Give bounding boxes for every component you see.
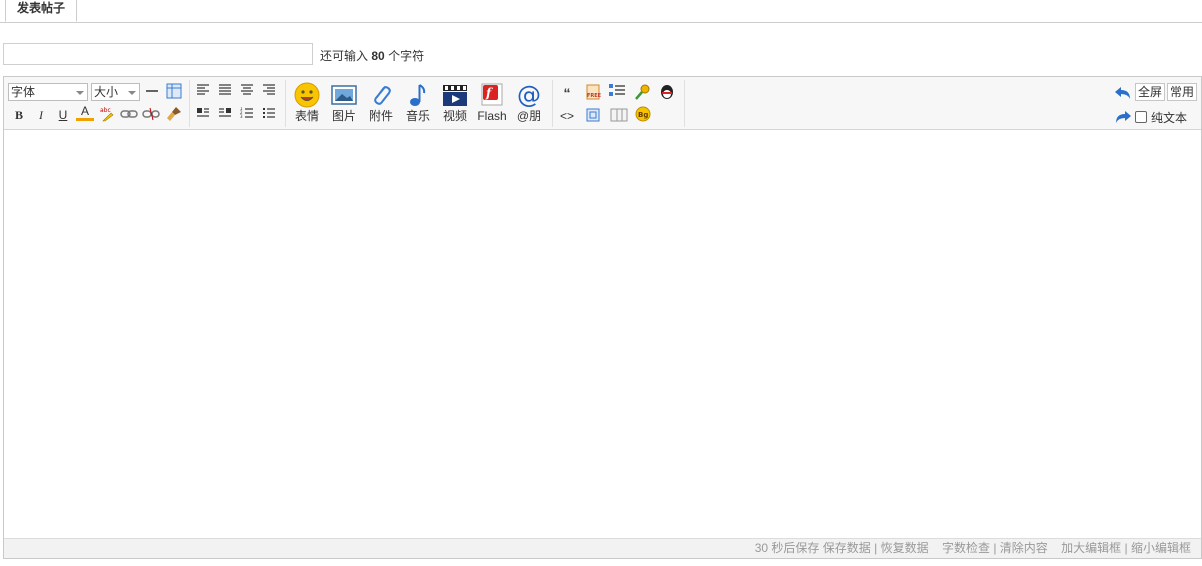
svg-text:abc: abc	[100, 107, 111, 114]
char-count-hint: 还可输入 80 个字符	[320, 47, 424, 64]
at-icon: @	[517, 82, 541, 108]
insert-video-button[interactable]: 视频	[437, 82, 473, 123]
font-size-select[interactable]: 大小	[91, 83, 140, 101]
enlarge-editor-link[interactable]: 加大编辑框	[1061, 541, 1121, 555]
insert-music-button[interactable]: 音乐	[400, 82, 436, 123]
toolbar-separator	[684, 80, 685, 127]
char-hint-prefix: 还可输入	[320, 49, 369, 63]
plain-text-label: 纯文本	[1151, 111, 1188, 125]
password-key-icon[interactable]	[633, 83, 651, 100]
video-icon	[443, 85, 467, 106]
italic-icon[interactable]: I	[32, 107, 50, 123]
align-justify-icon[interactable]	[216, 84, 234, 100]
indent-icon[interactable]	[608, 83, 626, 99]
tab-post-thread[interactable]: 发表帖子	[5, 0, 77, 22]
flash-icon: f	[481, 83, 503, 106]
table-icon[interactable]	[165, 83, 183, 99]
thread-title-input[interactable]	[3, 43, 313, 65]
word-count-link[interactable]: 字数检查	[942, 541, 990, 555]
insert-music-label: 音乐	[405, 109, 430, 123]
insert-attachment-button[interactable]: 附件	[363, 82, 399, 123]
chevron-down-icon	[76, 91, 84, 95]
align-center-icon[interactable]	[238, 84, 256, 100]
font-color-icon[interactable]: A	[76, 105, 94, 121]
char-hint-count: 80	[371, 49, 385, 63]
image-icon	[331, 85, 357, 105]
smiley-icon	[294, 82, 320, 108]
mention-friend-button[interactable]: @ @朋	[511, 82, 547, 123]
fullscreen-button[interactable]: 全屏	[1135, 83, 1166, 101]
link-icon[interactable]	[120, 107, 138, 123]
toolbar-separator	[189, 80, 190, 127]
svg-text:FREE: FREE	[587, 93, 602, 99]
background-icon[interactable]: Bg	[634, 106, 652, 122]
insert-image-button[interactable]: 图片	[326, 82, 362, 123]
common-button[interactable]: 常用	[1167, 83, 1198, 101]
redo-icon[interactable]	[1114, 108, 1132, 124]
plain-text-checkbox[interactable]	[1135, 111, 1147, 123]
toolbar-separator	[285, 80, 286, 127]
insert-emoji-button[interactable]: 表情	[289, 82, 325, 123]
undo-icon[interactable]	[1114, 84, 1132, 100]
save-data-link[interactable]: 保存数据	[823, 541, 871, 555]
restore-data-link[interactable]: 恢复数据	[881, 541, 929, 555]
bold-icon[interactable]: B	[10, 107, 28, 123]
music-icon	[410, 84, 426, 106]
chevron-down-icon	[128, 91, 136, 95]
svg-text:3: 3	[240, 114, 243, 119]
highlight-icon[interactable]: abc	[98, 106, 116, 122]
unlink-icon[interactable]	[142, 107, 160, 123]
insert-video-label: 视频	[442, 109, 467, 123]
rich-text-editor: 字体 大小 B I U A abc 1 2 3 表情 图片 附件 音乐 视频 f…	[3, 76, 1202, 559]
font-family-select[interactable]: 字体	[8, 83, 88, 101]
horizontal-rule-icon[interactable]	[143, 84, 161, 100]
column-layout-icon[interactable]	[610, 107, 628, 123]
attachment-icon	[374, 86, 391, 105]
insert-flash-label: Flash	[477, 109, 507, 123]
insert-emoji-label: 表情	[294, 109, 319, 123]
align-left-icon[interactable]	[194, 84, 212, 100]
mention-friend-label: @朋	[516, 109, 542, 123]
qq-icon[interactable]	[658, 83, 676, 99]
shrink-editor-link[interactable]: 缩小编辑框	[1131, 541, 1191, 555]
font-size-value: 大小	[94, 85, 119, 99]
underline-icon[interactable]: U	[54, 107, 72, 123]
free-content-icon[interactable]: FREE	[584, 83, 602, 100]
bg-glyph: Bg	[638, 111, 648, 119]
toolbar-separator	[552, 80, 553, 127]
insert-flash-button[interactable]: f Flash	[474, 82, 510, 123]
code-icon[interactable]: <>	[558, 108, 576, 124]
quote-icon[interactable]: “	[558, 85, 576, 101]
align-right-icon[interactable]	[260, 84, 278, 100]
insert-attachment-label: 附件	[368, 109, 393, 123]
clean-format-icon[interactable]	[165, 106, 183, 122]
unordered-list-icon[interactable]	[260, 107, 278, 123]
editor-toolbar: 字体 大小 B I U A abc 1 2 3 表情 图片 附件 音乐 视频 f…	[4, 77, 1201, 130]
svg-text:@: @	[517, 82, 541, 108]
editor-content-area[interactable]	[4, 130, 1201, 538]
font-family-value: 字体	[11, 85, 36, 99]
float-left-icon[interactable]	[194, 107, 212, 123]
tab-bar: 发表帖子	[0, 0, 1202, 23]
ordered-list-icon[interactable]: 123	[238, 106, 256, 123]
autosave-countdown: 30 秒后保存	[754, 541, 820, 555]
float-right-icon[interactable]	[216, 107, 234, 123]
clear-content-link[interactable]: 清除内容	[1000, 541, 1048, 555]
frame-icon[interactable]	[584, 107, 602, 123]
char-hint-suffix: 个字符	[388, 49, 425, 63]
insert-image-label: 图片	[331, 109, 356, 123]
editor-statusbar: 30 秒后保存 保存数据 | 恢复数据 字数检查 | 清除内容 加大编辑框 | …	[4, 538, 1201, 558]
